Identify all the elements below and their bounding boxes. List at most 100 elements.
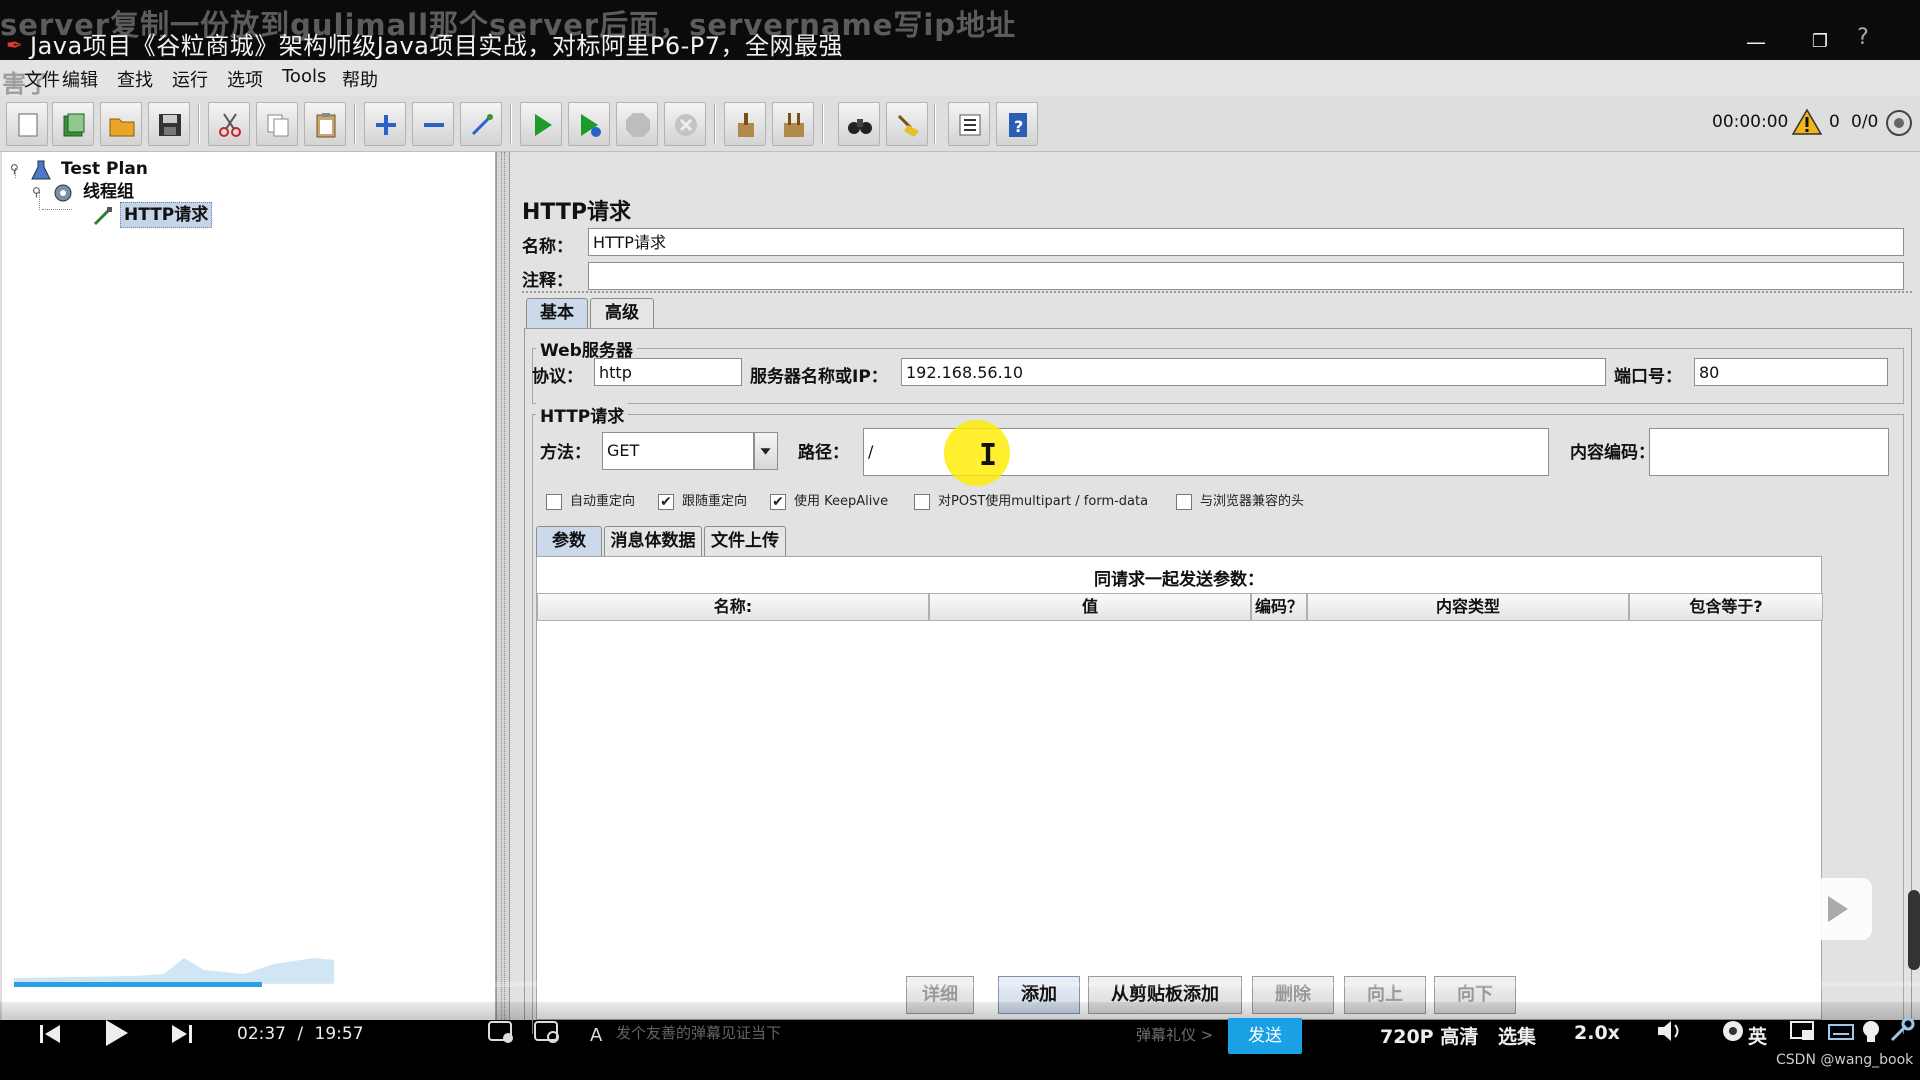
server-field[interactable]: 192.168.56.10 — [901, 358, 1606, 386]
maximize-button[interactable]: ❐ — [1800, 30, 1840, 60]
checkbox-box[interactable] — [546, 494, 562, 510]
method-label: 方法： — [540, 443, 591, 463]
checkbox-box[interactable]: ✔ — [770, 494, 786, 510]
comment-field[interactable] — [588, 262, 1904, 290]
checkbox-box[interactable] — [1176, 494, 1192, 510]
start-button[interactable] — [520, 102, 562, 146]
name-field[interactable]: HTTP请求 — [588, 228, 1904, 256]
panel-splitter[interactable] — [496, 152, 510, 1020]
warning-icon[interactable] — [1792, 108, 1822, 136]
column-header-include-equals[interactable]: 包含等于? — [1629, 593, 1823, 621]
shutdown-button[interactable] — [664, 102, 706, 146]
csdn-watermark: CSDN @wang_book — [1776, 1052, 1914, 1068]
side-scroll-handle[interactable] — [1908, 890, 1920, 970]
tree-expand-toggle[interactable]: ⚲ — [32, 179, 46, 205]
http-request-editor: HTTP请求 名称： HTTP请求 注释： 基本 高级 Web服务器 协议： h… — [510, 152, 1920, 1034]
tab-body-data[interactable]: 消息体数据 — [604, 526, 702, 556]
cut-button[interactable] — [208, 102, 250, 146]
reset-search-button[interactable] — [886, 102, 928, 146]
new-button[interactable] — [6, 102, 48, 146]
stop-icon — [626, 113, 650, 137]
column-header-value[interactable]: 值 — [929, 593, 1251, 621]
paste-button[interactable] — [304, 102, 346, 146]
tree-expand-toggle[interactable]: ⚲ — [10, 156, 24, 182]
templates-button[interactable] — [52, 102, 94, 146]
quality-selector[interactable]: 720P 高清 — [1380, 1022, 1478, 1049]
toggle-button[interactable] — [460, 102, 502, 146]
menu-options[interactable]: 选项 — [227, 66, 263, 92]
menu-search[interactable]: 查找 — [117, 66, 153, 92]
tab-file-upload[interactable]: 文件上传 — [704, 526, 786, 556]
danmaku-etiquette-link[interactable]: 弹幕礼仪 > — [1136, 1024, 1213, 1045]
column-header-encode[interactable]: 编码？ — [1251, 593, 1307, 621]
clear-all-button[interactable] — [772, 102, 814, 146]
tab-parameters[interactable]: 参数 — [536, 526, 602, 556]
wrench-icon[interactable] — [1886, 1016, 1916, 1046]
volume-icon[interactable] — [1654, 1016, 1684, 1046]
next-icon[interactable] — [168, 1020, 196, 1048]
stop-button[interactable] — [616, 102, 658, 146]
column-header-name[interactable]: 名称: — [537, 593, 929, 621]
test-plan-flask-icon — [31, 160, 51, 180]
copy-icon — [267, 114, 289, 137]
search-button[interactable] — [838, 102, 880, 146]
video-progress-bar[interactable] — [14, 982, 1920, 987]
previous-icon[interactable] — [36, 1020, 64, 1048]
open-button[interactable] — [100, 102, 142, 146]
tv-play-icon[interactable] — [1804, 878, 1872, 940]
checkbox-box[interactable]: ✔ — [658, 494, 674, 510]
start-no-pauses-button[interactable] — [568, 102, 610, 146]
help-corner-icon[interactable]: ? — [1848, 26, 1878, 56]
episodes-selector[interactable]: 选集 — [1498, 1022, 1536, 1049]
danmaku-input[interactable]: 发个友善的弹幕见证当下 — [586, 1016, 1226, 1050]
jmeter-feather-icon: ✒ — [6, 33, 23, 57]
minimize-button[interactable]: — — [1736, 30, 1776, 60]
menu-tools[interactable]: Tools — [282, 66, 326, 87]
total-duration: 19:57 — [314, 1024, 364, 1044]
encoding-label: 内容编码： — [1570, 443, 1655, 463]
help-question-icon: ? — [1009, 113, 1027, 137]
input-method-icon[interactable] — [1856, 1016, 1886, 1046]
danmaku-toggle-icon[interactable] — [486, 1016, 516, 1046]
svg-text:?: ? — [1014, 117, 1023, 136]
copy-button[interactable] — [256, 102, 298, 146]
video-player-controls: 02:37 / 19:57 发个友善的弹幕见证当下 A 弹幕礼仪 > 发送 72… — [0, 1002, 1920, 1068]
method-dropdown-button[interactable] — [754, 432, 778, 470]
clear-button[interactable] — [724, 102, 766, 146]
keyboard-icon[interactable] — [1826, 1016, 1856, 1046]
danmaku-settings-icon[interactable] — [532, 1016, 562, 1046]
column-header-content-type[interactable]: 内容类型 — [1307, 593, 1629, 621]
collapse-divider[interactable] — [522, 291, 1912, 293]
expand-all-button[interactable] — [364, 102, 406, 146]
tab-basic[interactable]: 基本 — [526, 298, 588, 328]
send-danmaku-button[interactable]: 发送 — [1228, 1018, 1302, 1054]
menu-run[interactable]: 运行 — [172, 66, 208, 92]
protocol-field[interactable]: http — [594, 358, 742, 386]
test-plan-tree: ⚲ Test Plan ⚲ 线程组 HTTP请求 — [2, 152, 496, 1020]
collapse-all-button[interactable] — [412, 102, 454, 146]
save-button[interactable] — [148, 102, 190, 146]
menu-edit[interactable]: 编辑 — [62, 66, 98, 92]
checkbox-box[interactable] — [914, 494, 930, 510]
settings-gear-icon[interactable] — [1718, 1016, 1748, 1046]
port-field[interactable]: 80 — [1694, 358, 1888, 386]
picture-in-picture-icon[interactable] — [1788, 1016, 1818, 1046]
menubar: 害了 文件 编辑 查找 运行 选项 Tools 帮助 — [0, 60, 1920, 98]
templates-icon — [63, 113, 85, 137]
port-label: 端口号： — [1614, 367, 1682, 387]
menu-file[interactable]: 文件 — [24, 66, 60, 92]
minus-icon — [424, 123, 444, 127]
toolbar: ? 00:00:00 0 0/0 — [0, 96, 1920, 152]
menu-help[interactable]: 帮助 — [342, 66, 378, 92]
remote-status-icon[interactable] — [1884, 108, 1914, 138]
encoding-field[interactable] — [1649, 428, 1889, 476]
speed-selector[interactable]: 2.0x — [1574, 1022, 1620, 1044]
function-helper-button[interactable] — [948, 102, 990, 146]
font-style-icon[interactable]: A — [588, 1024, 608, 1044]
broom-clear-all-icon — [784, 113, 804, 137]
method-select[interactable]: GET — [602, 432, 754, 470]
tab-advanced[interactable]: 高级 — [590, 298, 654, 328]
play-icon[interactable] — [100, 1016, 132, 1050]
help-button[interactable]: ? — [996, 102, 1038, 146]
language-badge[interactable]: 英 — [1748, 1022, 1767, 1049]
